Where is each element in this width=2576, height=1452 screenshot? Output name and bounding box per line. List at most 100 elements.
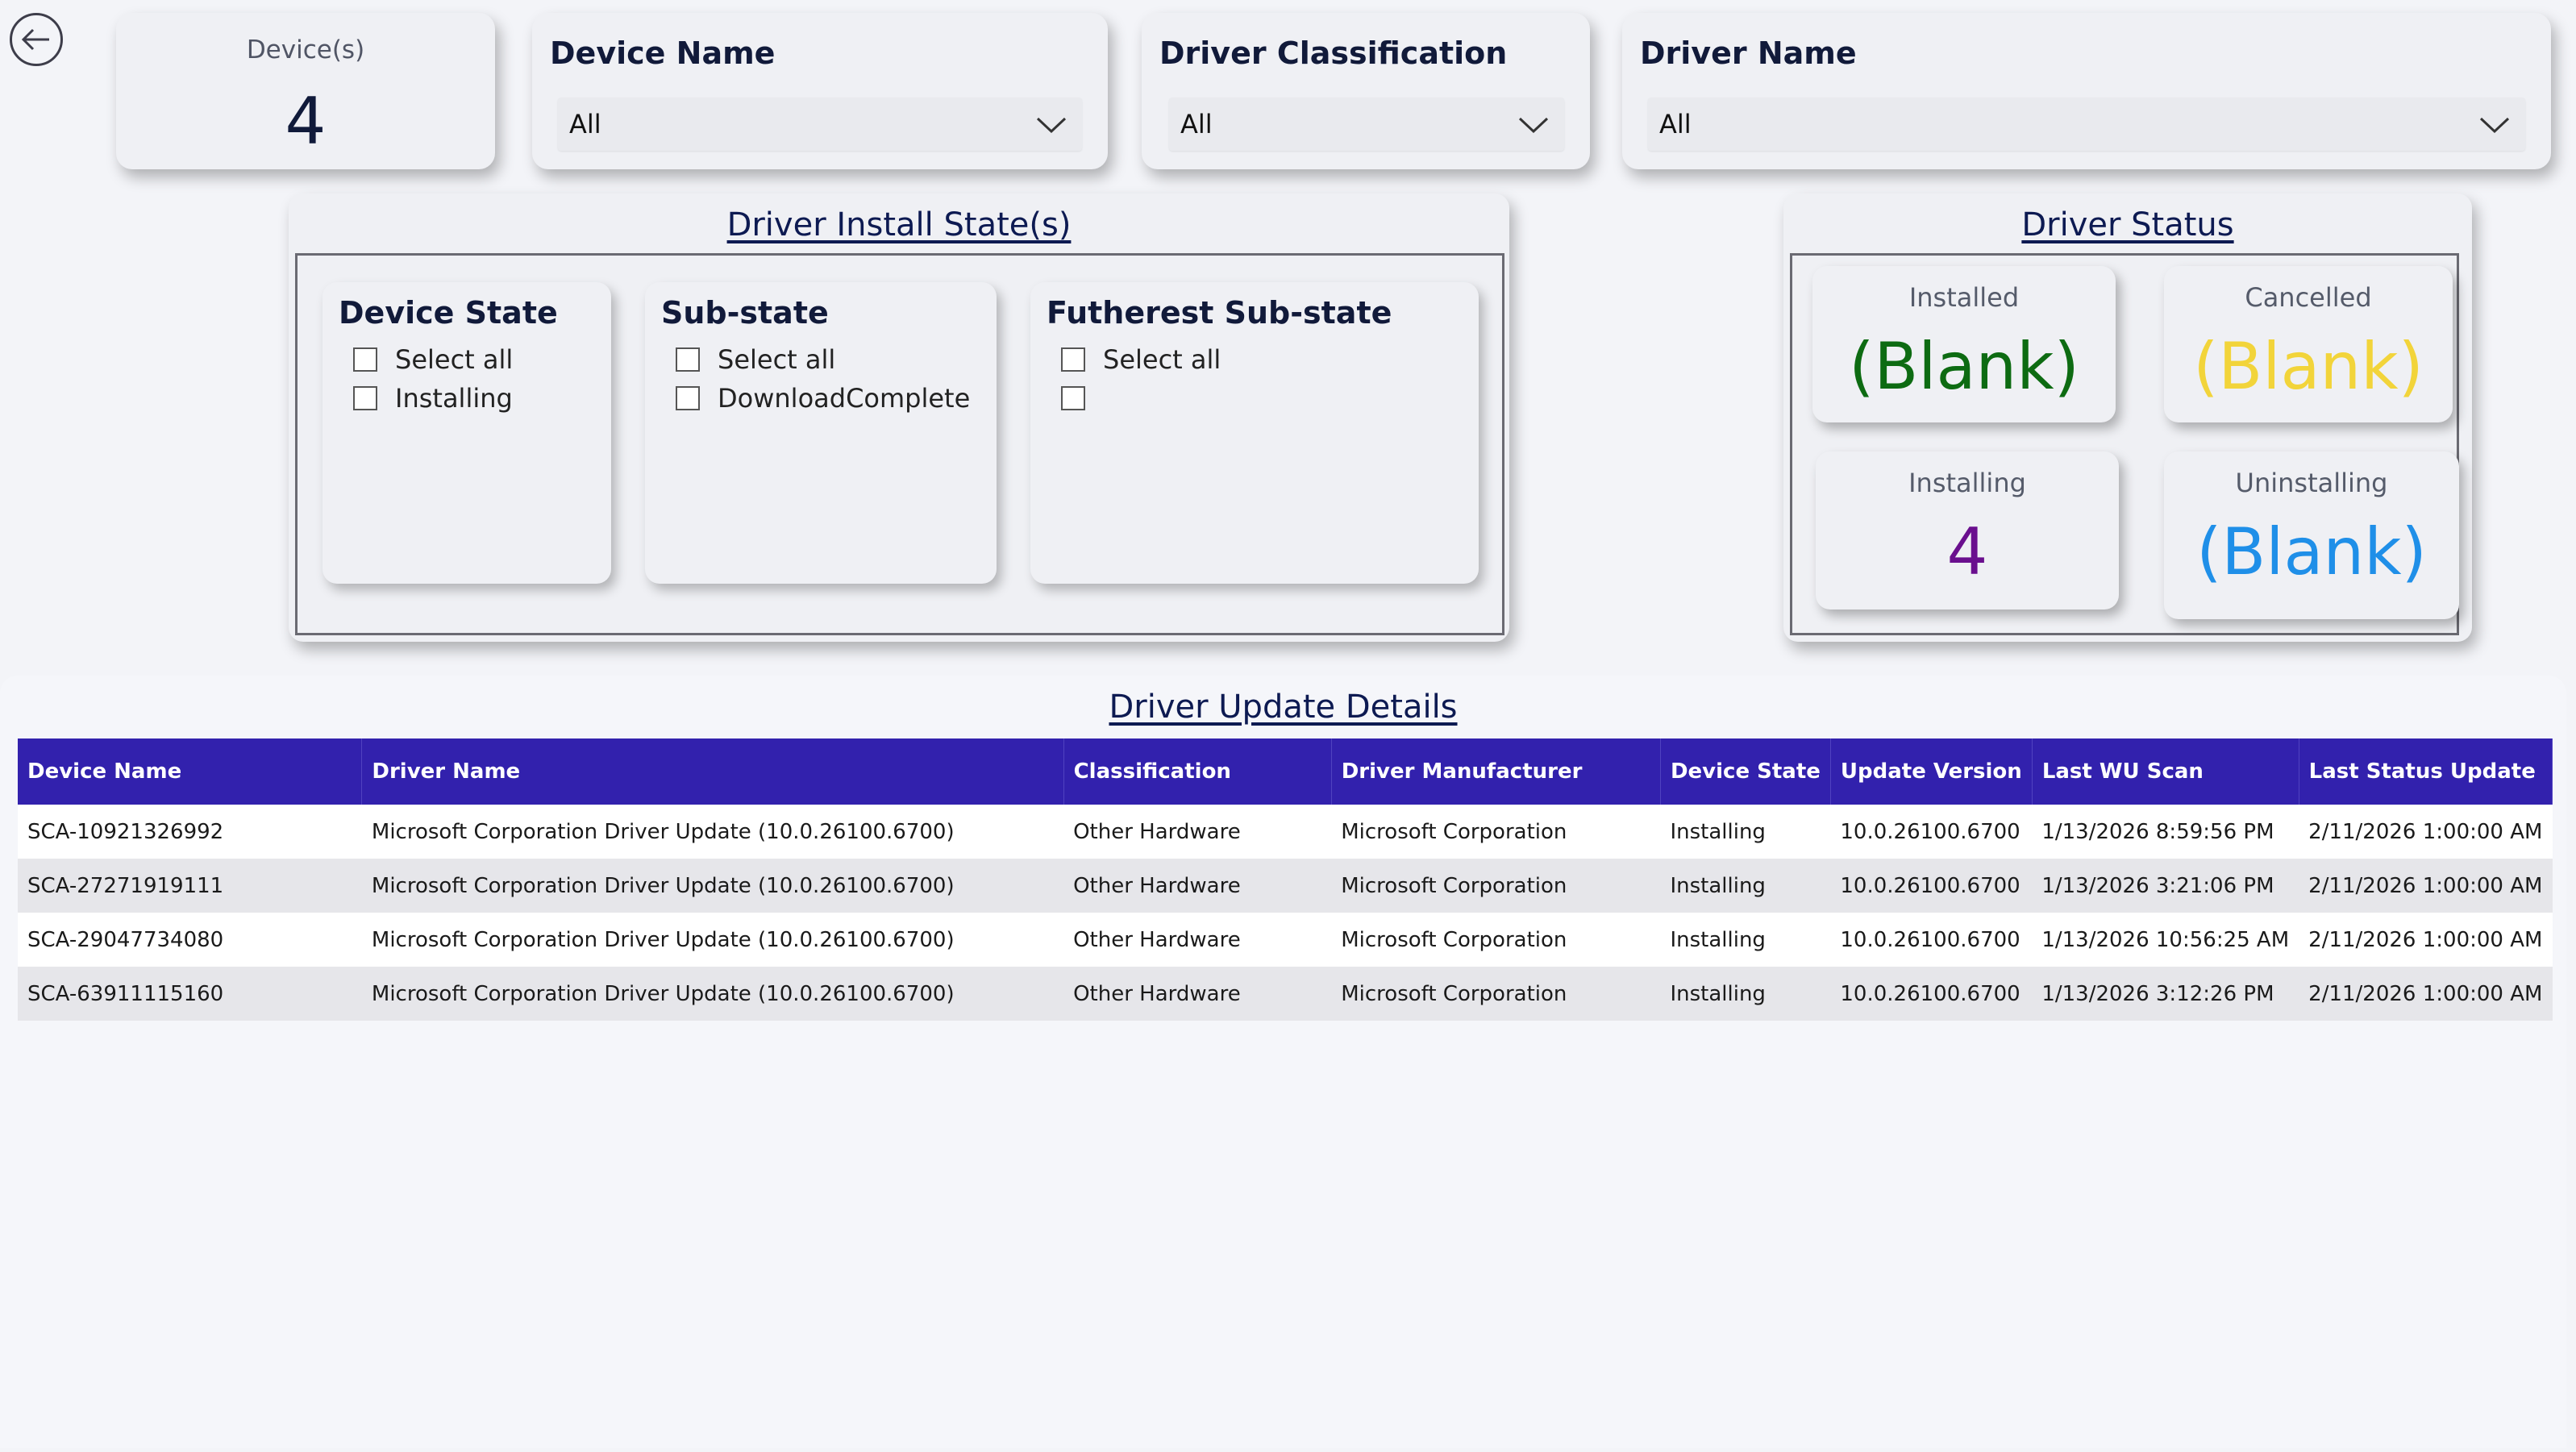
- sub-state-title: Sub-state: [661, 295, 829, 331]
- table-cell: Installing: [1660, 859, 1831, 913]
- checkbox[interactable]: [1061, 386, 1085, 410]
- table-cell: 2/11/2026 1:00:00 AM: [2299, 859, 2553, 913]
- furthest-sub-state-option-select-all[interactable]: Select all: [1061, 343, 1221, 376]
- driver-update-details-panel: Driver Update Details Device Name Driver…: [0, 676, 2566, 1448]
- checkbox[interactable]: [676, 386, 700, 410]
- column-header[interactable]: Driver Manufacturer: [1331, 738, 1661, 805]
- table-cell: Microsoft Corporation Driver Update (10.…: [361, 805, 1064, 859]
- sub-state-option-select-all[interactable]: Select all: [676, 343, 835, 376]
- table-cell: Other Hardware: [1063, 805, 1332, 859]
- column-header[interactable]: Update Version: [1830, 738, 2033, 805]
- back-arrow-icon: [21, 28, 49, 51]
- installing-label: Installing: [1908, 468, 2026, 498]
- driver-name-dropdown-value: All: [1659, 109, 1692, 139]
- table-cell: SCA-63911115160: [18, 967, 362, 1021]
- driver-status-title: Driver Status: [2021, 206, 2234, 243]
- checkbox[interactable]: [1061, 347, 1085, 372]
- device-state-slicer: Device State Select all Installing: [323, 282, 611, 584]
- option-label: Select all: [1103, 344, 1221, 375]
- device-state-option-select-all[interactable]: Select all: [353, 343, 513, 376]
- chevron-down-icon: [1036, 117, 1067, 134]
- table-cell: 10.0.26100.6700: [1830, 859, 2033, 913]
- furthest-sub-state-title: Futherest Sub-state: [1047, 295, 1392, 331]
- driver-classification-slicer: Driver Classification All: [1142, 13, 1590, 169]
- table-cell: Microsoft Corporation: [1331, 805, 1661, 859]
- table-header-row: Device Name Driver Name Classification D…: [18, 738, 2553, 805]
- furthest-sub-state-slicer: Futherest Sub-state Select all: [1030, 282, 1479, 584]
- column-header[interactable]: Classification: [1063, 738, 1332, 805]
- sub-state-slicer: Sub-state Select all DownloadComplete: [645, 282, 997, 584]
- table-cell: 1/13/2026 10:56:25 AM: [2032, 913, 2299, 967]
- install-state-panel: Driver Install State(s) Device State Sel…: [289, 193, 1509, 642]
- driver-update-details-table: Device Name Driver Name Classification D…: [18, 738, 2553, 1021]
- furthest-sub-state-option-blank[interactable]: [1061, 382, 1103, 414]
- table-cell: 2/11/2026 1:00:00 AM: [2299, 913, 2553, 967]
- table-cell: Microsoft Corporation: [1331, 913, 1661, 967]
- uninstalling-card: Uninstalling (Blank): [2164, 451, 2459, 619]
- table-cell: 1/13/2026 8:59:56 PM: [2032, 805, 2299, 859]
- device-count-label: Device(s): [246, 35, 365, 64]
- installing-value: 4: [1946, 514, 1988, 589]
- driver-name-slicer: Driver Name All: [1622, 13, 2551, 169]
- table-cell: Other Hardware: [1063, 859, 1332, 913]
- uninstalling-value: (Blank): [2196, 514, 2427, 589]
- installed-label: Installed: [1908, 282, 2020, 313]
- cancelled-value: (Blank): [2193, 329, 2424, 404]
- driver-name-dropdown[interactable]: All: [1648, 98, 2525, 151]
- table-cell: Installing: [1660, 805, 1831, 859]
- column-header[interactable]: Device State: [1660, 738, 1831, 805]
- driver-name-slicer-title: Driver Name: [1640, 35, 1857, 71]
- device-name-slicer: Device Name All: [532, 13, 1108, 169]
- table-cell: Installing: [1660, 967, 1831, 1021]
- device-state-title: Device State: [339, 295, 558, 331]
- table-cell: Microsoft Corporation Driver Update (10.…: [361, 913, 1064, 967]
- driver-classification-dropdown-value: All: [1180, 109, 1213, 139]
- table-cell: SCA-10921326992: [18, 805, 362, 859]
- installed-value: (Blank): [1849, 329, 2079, 404]
- checkbox[interactable]: [353, 386, 377, 410]
- checkbox[interactable]: [676, 347, 700, 372]
- device-name-slicer-title: Device Name: [550, 35, 776, 71]
- device-count-card: Device(s) 4: [116, 13, 495, 169]
- table-cell: Other Hardware: [1063, 967, 1332, 1021]
- checkbox[interactable]: [353, 347, 377, 372]
- table-cell: 1/13/2026 3:12:26 PM: [2032, 967, 2299, 1021]
- table-cell: Microsoft Corporation: [1331, 967, 1661, 1021]
- table-row[interactable]: SCA-29047734080 Microsoft Corporation Dr…: [18, 913, 2553, 967]
- table-cell: 10.0.26100.6700: [1830, 805, 2033, 859]
- table-cell: Installing: [1660, 913, 1831, 967]
- table-cell: Microsoft Corporation: [1331, 859, 1661, 913]
- device-name-dropdown-value: All: [569, 109, 601, 139]
- installed-card: Installed (Blank): [1812, 266, 2116, 422]
- table-cell: 1/13/2026 3:21:06 PM: [2032, 859, 2299, 913]
- table-cell: 2/11/2026 1:00:00 AM: [2299, 805, 2553, 859]
- back-button[interactable]: [10, 13, 63, 66]
- driver-update-details-title: Driver Update Details: [1109, 689, 1458, 726]
- table-cell: SCA-29047734080: [18, 913, 362, 967]
- column-header[interactable]: Last Status Update: [2299, 738, 2553, 805]
- sub-state-option-download-complete[interactable]: DownloadComplete: [676, 382, 970, 414]
- driver-status-panel: Driver Status Installed (Blank) Cancelle…: [1783, 193, 2472, 642]
- column-header[interactable]: Device Name: [18, 738, 363, 805]
- table-row[interactable]: SCA-27271919111 Microsoft Corporation Dr…: [18, 859, 2553, 913]
- column-header[interactable]: Last WU Scan: [2032, 738, 2299, 805]
- table-cell: 10.0.26100.6700: [1830, 967, 2033, 1021]
- table-row[interactable]: SCA-63911115160 Microsoft Corporation Dr…: [18, 967, 2553, 1021]
- table-cell: 2/11/2026 1:00:00 AM: [2299, 967, 2553, 1021]
- option-label: Select all: [395, 344, 514, 375]
- driver-classification-dropdown[interactable]: All: [1169, 98, 1564, 151]
- device-name-dropdown[interactable]: All: [558, 98, 1082, 151]
- table-cell: Other Hardware: [1063, 913, 1332, 967]
- chevron-down-icon: [2479, 117, 2510, 134]
- chevron-down-icon: [1518, 117, 1549, 134]
- cancelled-label: Cancelled: [2245, 282, 2372, 313]
- installing-card: Installing 4: [1816, 451, 2119, 610]
- table-cell: Microsoft Corporation Driver Update (10.…: [361, 859, 1064, 913]
- cancelled-card: Cancelled (Blank): [2164, 266, 2453, 422]
- table-cell: SCA-27271919111: [18, 859, 362, 913]
- column-header[interactable]: Driver Name: [361, 738, 1064, 805]
- device-state-option-installing[interactable]: Installing: [353, 382, 513, 414]
- install-state-title: Driver Install State(s): [726, 206, 1072, 243]
- table-row[interactable]: SCA-10921326992 Microsoft Corporation Dr…: [18, 805, 2553, 859]
- device-count-value: 4: [285, 84, 327, 159]
